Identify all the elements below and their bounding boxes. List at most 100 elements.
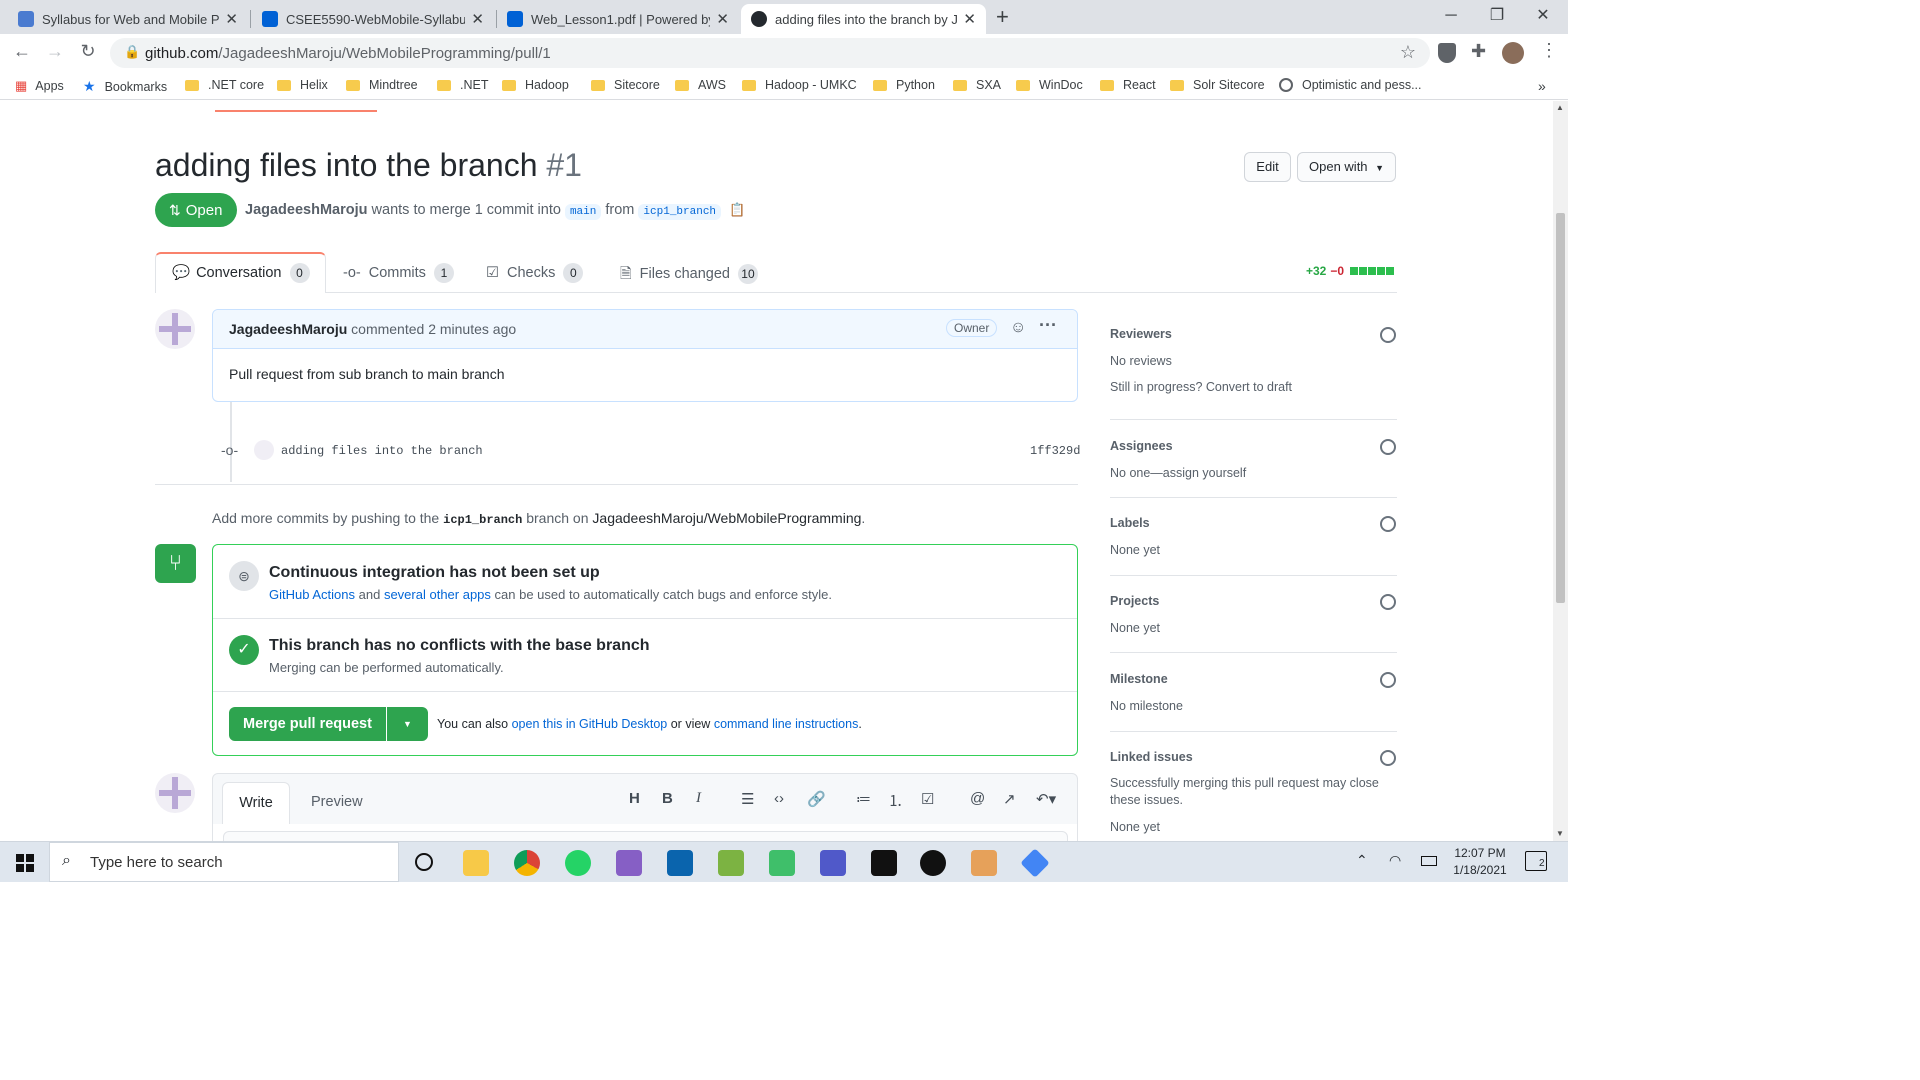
- app-icon[interactable]: [1020, 848, 1050, 878]
- preview-tab[interactable]: Preview: [311, 794, 363, 810]
- github-desktop-icon[interactable]: [920, 850, 946, 876]
- close-tab-icon[interactable]: ✕: [471, 10, 484, 28]
- address-bar[interactable]: 🔒 github.com/JagadeeshMaroju/WebMobilePr…: [110, 38, 1430, 68]
- github-desktop-link[interactable]: open this in GitHub Desktop: [512, 717, 668, 731]
- whatsapp-icon[interactable]: [565, 850, 591, 876]
- kebab-menu-icon[interactable]: ···: [1039, 315, 1057, 336]
- browser-tab[interactable]: Syllabus for Web and Mobile Pro ✕: [8, 4, 248, 34]
- comment-author-link[interactable]: JagadeeshMaroju: [229, 321, 347, 337]
- gear-icon[interactable]: [1380, 672, 1396, 688]
- head-branch-label[interactable]: icp1_branch: [638, 204, 722, 220]
- convert-to-draft-link[interactable]: Still in progress? Convert to draft: [1110, 380, 1397, 394]
- browser-tab-active[interactable]: adding files into the branch by Ja ✕: [741, 4, 986, 34]
- restore-icon[interactable]: ❐: [1474, 4, 1520, 28]
- write-tab[interactable]: Write: [222, 782, 290, 824]
- close-tab-icon[interactable]: ✕: [963, 10, 976, 28]
- browser-tab[interactable]: Web_Lesson1.pdf | Powered by B ✕: [497, 4, 739, 34]
- tab-commits[interactable]: -o- Commits 1: [343, 263, 454, 283]
- merge-options-caret-icon[interactable]: ▼: [387, 707, 428, 741]
- code-icon[interactable]: ‹›: [774, 790, 784, 807]
- bookmark-folder[interactable]: .NET core: [185, 78, 264, 92]
- chrome-icon[interactable]: [514, 850, 540, 876]
- notification-center-icon[interactable]: 2: [1525, 851, 1547, 871]
- bookmark-folder[interactable]: Python: [873, 78, 935, 92]
- more-bookmarks-icon[interactable]: »: [1538, 78, 1546, 94]
- browser-tab[interactable]: CSEE5590-WebMobile-Syllabus-2 ✕: [252, 4, 494, 34]
- bookmark-folder[interactable]: SXA: [953, 78, 1001, 92]
- commit-sha[interactable]: 1ff329d: [1030, 444, 1080, 458]
- bookmark-folder[interactable]: Helix: [277, 78, 328, 92]
- tab-conversation[interactable]: 💬 Conversation 0: [155, 252, 326, 293]
- other-apps-link[interactable]: several other apps: [384, 587, 491, 602]
- bookmark-item[interactable]: ★ Bookmarks: [83, 78, 167, 95]
- bookmark-folder[interactable]: Mindtree: [346, 78, 418, 92]
- commit-message[interactable]: adding files into the branch: [281, 444, 483, 458]
- github-actions-link[interactable]: GitHub Actions: [269, 587, 355, 602]
- gear-icon[interactable]: [1380, 594, 1396, 610]
- command-line-link[interactable]: command line instructions: [714, 717, 859, 731]
- app-icon[interactable]: [769, 850, 795, 876]
- bookmark-folder[interactable]: Solr Sitecore: [1170, 78, 1265, 92]
- tab-files-changed[interactable]: 🗎 Files changed 10: [620, 263, 758, 288]
- shield-extension-icon[interactable]: [1438, 43, 1456, 63]
- quote-icon[interactable]: ☰: [741, 790, 754, 808]
- forward-icon[interactable]: →: [43, 41, 67, 62]
- bookmark-folder[interactable]: Sitecore: [591, 78, 660, 92]
- scrollbar-thumb[interactable]: [1556, 213, 1565, 603]
- commit-author-avatar[interactable]: [254, 440, 274, 460]
- minimize-icon[interactable]: ─: [1428, 4, 1474, 28]
- bookmark-folder[interactable]: AWS: [675, 78, 726, 92]
- page-scrollbar[interactable]: ▲ ▼: [1553, 101, 1568, 841]
- paint-icon[interactable]: [971, 850, 997, 876]
- diffstat[interactable]: +32 −0: [1306, 264, 1395, 278]
- windows-start-icon[interactable]: [16, 854, 34, 872]
- taskbar-search-box[interactable]: ⌕ Type here to search: [49, 842, 399, 882]
- tab-checks[interactable]: ☑ Checks 0: [486, 263, 584, 283]
- new-tab-button[interactable]: +: [996, 4, 1009, 30]
- back-icon[interactable]: ←: [10, 41, 34, 62]
- italic-icon[interactable]: I: [696, 790, 701, 807]
- copy-clipboard-icon[interactable]: 📋: [729, 202, 745, 217]
- saved-replies-icon[interactable]: ↶▾: [1036, 790, 1056, 808]
- browser-menu-icon[interactable]: ⋮: [1540, 40, 1558, 61]
- battery-icon[interactable]: [1421, 856, 1437, 866]
- reaction-smiley-icon[interactable]: ☺: [1010, 319, 1026, 337]
- wifi-icon[interactable]: ◠: [1389, 852, 1401, 869]
- comment-textarea[interactable]: [223, 831, 1068, 841]
- task-list-icon[interactable]: ☑: [921, 790, 934, 808]
- gear-icon[interactable]: [1380, 516, 1396, 532]
- heading-icon[interactable]: H: [629, 790, 640, 807]
- bookmark-folder[interactable]: Hadoop - UMKC: [742, 78, 857, 92]
- app-icon[interactable]: [718, 850, 744, 876]
- cross-reference-icon[interactable]: ↗: [1003, 790, 1016, 808]
- teams-icon[interactable]: [820, 850, 846, 876]
- bookmark-item[interactable]: Optimistic and pess...: [1279, 78, 1422, 92]
- author-link[interactable]: JagadeeshMaroju: [245, 202, 368, 218]
- open-with-button[interactable]: Open with ▼: [1297, 152, 1396, 182]
- avatar[interactable]: [155, 309, 195, 349]
- bookmark-folder[interactable]: React: [1100, 78, 1156, 92]
- visual-studio-icon[interactable]: [616, 850, 642, 876]
- comment-meta[interactable]: commented 2 minutes ago: [351, 321, 516, 337]
- bookmark-folder[interactable]: Hadoop: [502, 78, 569, 92]
- extensions-puzzle-icon[interactable]: ✚: [1471, 41, 1486, 62]
- close-window-icon[interactable]: ✕: [1520, 4, 1566, 28]
- gear-icon[interactable]: [1380, 327, 1396, 343]
- bookmark-apps[interactable]: ▦ Apps: [15, 78, 64, 94]
- assign-yourself-link[interactable]: No one—assign yourself: [1110, 466, 1397, 480]
- bookmark-star-icon[interactable]: ☆: [1400, 42, 1416, 63]
- numbered-list-icon[interactable]: ⒈: [888, 790, 903, 811]
- bookmark-folder[interactable]: .NET: [437, 78, 488, 92]
- gear-icon[interactable]: [1380, 750, 1396, 766]
- merge-pull-request-button[interactable]: Merge pull request: [229, 707, 386, 741]
- file-explorer-icon[interactable]: [463, 850, 489, 876]
- scroll-down-icon[interactable]: ▼: [1556, 829, 1564, 838]
- base-branch-label[interactable]: main: [564, 204, 602, 220]
- profile-avatar[interactable]: [1502, 42, 1524, 64]
- chevron-up-icon[interactable]: ⌃: [1356, 852, 1368, 869]
- system-clock[interactable]: 12:07 PM 1/18/2021: [1448, 845, 1512, 879]
- close-tab-icon[interactable]: ✕: [225, 10, 238, 28]
- reload-icon[interactable]: ↻: [76, 41, 100, 62]
- edit-button[interactable]: Edit: [1244, 152, 1291, 182]
- gear-icon[interactable]: [1380, 439, 1396, 455]
